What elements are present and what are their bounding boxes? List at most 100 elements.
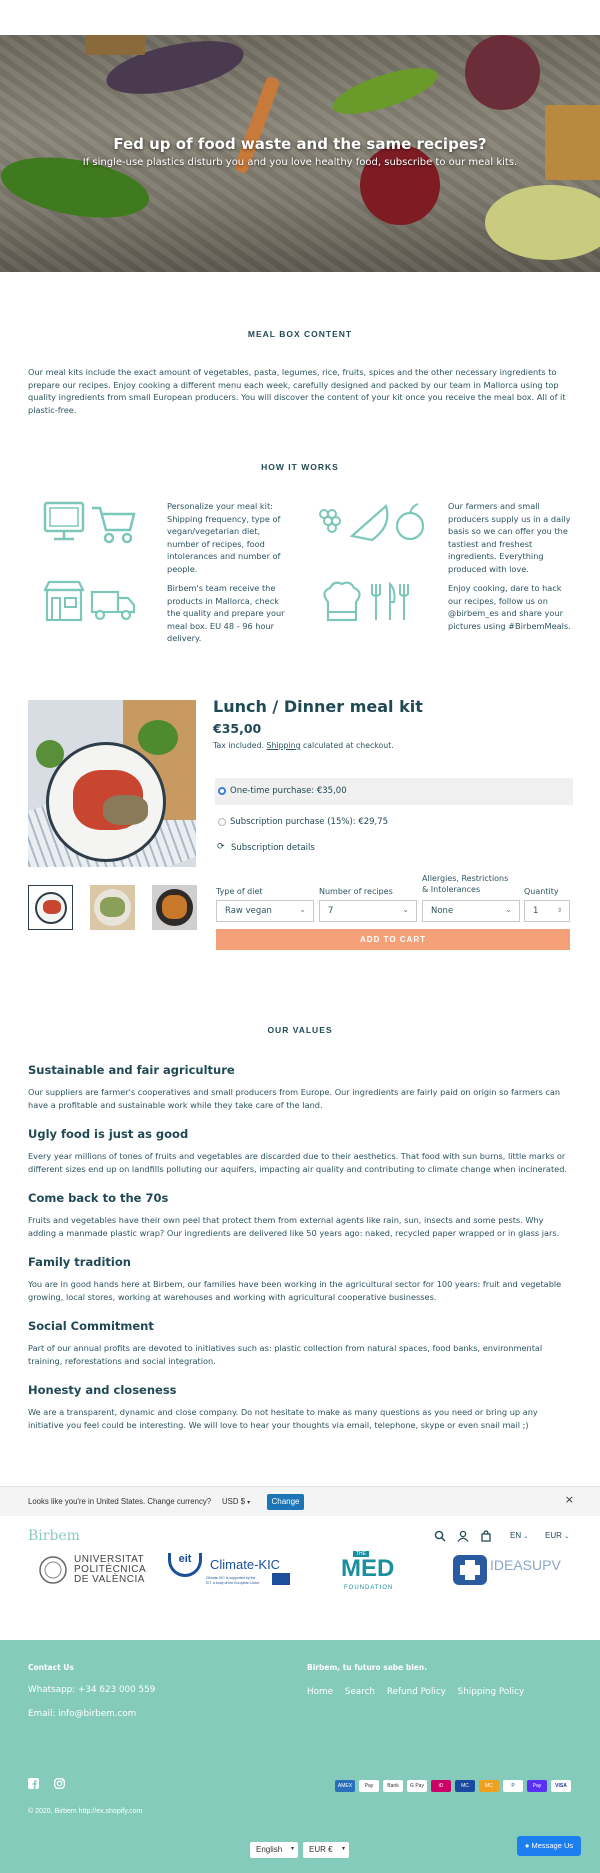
allergies-select[interactable]: None ⌄	[422, 900, 520, 922]
apple-pay-icon: Pay	[359, 1780, 379, 1792]
product-title: Lunch / Dinner meal kit	[213, 697, 423, 716]
one-time-radio[interactable]	[218, 787, 226, 795]
nav-currency-select[interactable]: EUR ⌄	[545, 1531, 569, 1540]
climate-note: EIT, a body of the European Union	[206, 1581, 260, 1585]
site-header: Birbem EN ⌄ EUR ⌄	[0, 1520, 600, 1554]
value-heading: Come back to the 70s	[28, 1191, 169, 1205]
cart-icon[interactable]	[480, 1530, 492, 1542]
fruits-icon	[319, 503, 425, 542]
subscription-label[interactable]: Subscription purchase (15%): €29,75	[230, 817, 388, 827]
add-to-cart-button[interactable]: ADD TO CART	[216, 929, 570, 950]
value-body: Part of our annual profits are devoted t…	[28, 1343, 543, 1366]
nav-currency-value: EUR	[545, 1531, 562, 1540]
hero-title: Fed up of food waste and the same recipe…	[113, 135, 487, 153]
chevron-down-icon: ⌄	[523, 1534, 529, 1540]
herbs-image	[36, 740, 64, 768]
wood-board-image	[85, 35, 145, 55]
computer-cart-icon	[43, 501, 136, 544]
amex-icon: AMEX	[335, 1780, 355, 1792]
footer-link-home[interactable]: Home	[307, 1687, 333, 1697]
email-text[interactable]: Email: info@birbem.com	[28, 1709, 136, 1719]
how-it-works-step-4: Enjoy cooking, dare to hack our recipes,…	[448, 583, 571, 631]
quantity-stepper[interactable]: 1 ⇕	[524, 900, 570, 922]
footer-link-shipping[interactable]: Shipping Policy	[458, 1687, 524, 1697]
product-main-image[interactable]	[28, 700, 196, 867]
value-heading: Family tradition	[28, 1255, 131, 1269]
currency-bar: Looks like you're in United States. Chan…	[0, 1486, 600, 1516]
product-thumbnail-2[interactable]	[90, 885, 135, 930]
value-heading: Ugly food is just as good	[28, 1127, 189, 1141]
hero-subtitle: If single-use plastics disturb you and y…	[82, 157, 518, 168]
message-us-button[interactable]: ● Message Us	[517, 1836, 581, 1856]
one-time-purchase-option[interactable]: One-time purchase: €35,00	[215, 778, 573, 805]
copyright-text: © 2020, Birbem http://ex.shopify.com	[28, 1808, 143, 1815]
product-thumbnail-1[interactable]	[28, 885, 73, 930]
recipes-label: Number of recipes	[319, 887, 393, 896]
how-it-works-step-1: Personalize your meal kit: Shipping freq…	[167, 501, 281, 574]
chef-cutlery-icon	[323, 581, 409, 622]
product-price: €35,00	[213, 721, 262, 736]
med-logo: MED	[341, 1555, 395, 1582]
whatsapp-text[interactable]: Whatsapp: +34 623 000 559	[28, 1685, 155, 1695]
footer-language-value: English	[256, 1845, 283, 1854]
eu-flag-icon	[272, 1573, 290, 1585]
chevron-down-icon: ⌄	[299, 905, 306, 914]
facebook-icon[interactable]	[28, 1778, 39, 1789]
subscription-radio[interactable]	[218, 818, 226, 826]
tax-text: Tax included.	[213, 741, 267, 750]
currency-select[interactable]: USD $ ▾	[222, 1497, 250, 1506]
ideasupv-icon	[453, 1555, 487, 1585]
ideal-icon: iD	[431, 1780, 451, 1792]
diet-label: Type of diet	[216, 887, 263, 896]
upv-seal-icon	[39, 1556, 67, 1584]
search-icon[interactable]	[434, 1530, 446, 1542]
value-body: Fruits and vegetables have their own pee…	[28, 1215, 560, 1238]
shipping-link[interactable]: Shipping	[267, 741, 301, 750]
language-value: EN	[510, 1531, 522, 1540]
ideasupv-logo: IDEASUPV	[490, 1557, 561, 1573]
product-thumbnail-3[interactable]	[152, 885, 197, 930]
chevron-down-icon: ▾	[341, 1846, 345, 1852]
how-it-works-step-3: Birbem's team receive the products in Ma…	[167, 583, 285, 643]
med-foundation-text: FOUNDATION	[344, 1585, 394, 1591]
logo-text: Birbem	[28, 1528, 80, 1544]
change-currency-button[interactable]: Change	[267, 1494, 304, 1510]
account-icon[interactable]	[457, 1530, 469, 1542]
subscription-icon: ⟳	[217, 842, 225, 852]
site-logo[interactable]: Birbem	[28, 1528, 80, 1544]
climate-kic-logo: Climate-KIC	[210, 1557, 281, 1572]
footer-currency-value: EUR €	[309, 1845, 333, 1854]
red-onion-image	[465, 35, 540, 110]
one-time-label: One-time purchase: €35,00	[230, 786, 347, 796]
recipes-value: 7	[328, 906, 334, 916]
allergies-value: None	[431, 906, 454, 916]
quinoa-image	[103, 795, 148, 825]
chevron-down-icon: ▾	[247, 1500, 251, 1506]
footer-link-search[interactable]: Search	[345, 1687, 375, 1697]
value-heading: Sustainable and fair agriculture	[28, 1063, 235, 1077]
meal-box-description: Our meal kits include the exact amount o…	[28, 367, 566, 415]
values-title: OUR VALUES	[267, 1025, 333, 1035]
close-icon[interactable]: ×	[565, 1493, 574, 1506]
value-body: Our suppliers are farmer's cooperatives …	[28, 1087, 561, 1110]
allergies-label: Allergies, Restrictions & Intolerances	[422, 874, 509, 894]
diet-select[interactable]: Raw vegan ⌄	[216, 900, 314, 922]
tax-text-suffix: calculated at checkout.	[300, 741, 394, 750]
subscription-details-link[interactable]: Subscription details	[231, 843, 315, 853]
meal-box-title: MEAL BOX CONTENT	[247, 329, 353, 339]
footer-link-refund[interactable]: Refund Policy	[387, 1687, 446, 1697]
language-select[interactable]: EN ⌄	[510, 1531, 528, 1540]
instagram-icon[interactable]	[54, 1778, 65, 1789]
recipes-select[interactable]: 7 ⌄	[319, 900, 417, 922]
value-body: You are in good hands here at Birbem, ou…	[28, 1279, 562, 1302]
value-heading: Honesty and closeness	[28, 1383, 177, 1397]
footer-language-select[interactable]: English ▾	[250, 1842, 298, 1858]
stepper-arrows-icon[interactable]: ⇕	[557, 907, 562, 914]
currency-value: USD $	[222, 1497, 245, 1506]
google-pay-icon: G Pay	[407, 1780, 427, 1792]
shop-pay-icon: Pay	[527, 1780, 547, 1792]
footer-currency-select[interactable]: EUR € ▾	[303, 1842, 349, 1858]
site-footer	[0, 1640, 600, 1873]
partners-strip: UNIVERSITAT POLITÈCNICA DE VALÈNCIA eit …	[0, 1551, 600, 1635]
messenger-icon: ●	[524, 1841, 530, 1850]
